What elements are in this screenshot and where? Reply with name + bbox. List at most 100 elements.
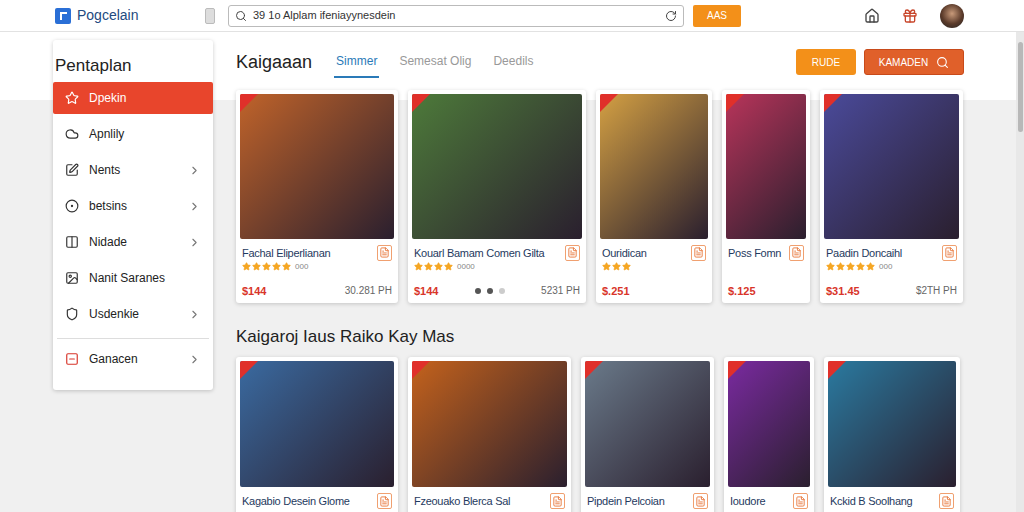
game-title[interactable]: Ouridican xyxy=(602,245,647,261)
sidebar-item-icon xyxy=(65,307,79,321)
app-name: Pogcelain xyxy=(77,5,139,26)
corner-ribbon xyxy=(824,94,842,112)
gift-icon[interactable] xyxy=(902,8,918,24)
play-count: 5231 PH xyxy=(541,283,580,298)
document-icon[interactable] xyxy=(377,493,392,509)
document-icon[interactable] xyxy=(789,245,804,261)
game-cover[interactable] xyxy=(824,94,959,239)
game-card[interactable]: Kagabio Desein Glome xyxy=(236,357,398,512)
document-icon[interactable] xyxy=(550,493,565,509)
document-icon[interactable] xyxy=(565,245,580,261)
game-cover[interactable] xyxy=(585,361,710,487)
tab[interactable]: Semesat Olig xyxy=(397,46,473,78)
document-icon[interactable] xyxy=(377,245,392,261)
game-cover[interactable] xyxy=(600,94,708,239)
page-title: Kaigaaan xyxy=(236,49,312,76)
main-panel: Kaigaaan Simmer Semesat Olig Deedils RUDE KAM… xyxy=(236,40,966,512)
game-card[interactable]: Paadin Doncaihl000 $31.45 $2TH PH xyxy=(820,90,963,303)
carousel-dot[interactable] xyxy=(475,288,481,294)
game-card[interactable]: Kckid B Soolhang xyxy=(824,357,960,512)
star-icon xyxy=(252,262,261,271)
tab[interactable]: Deedils xyxy=(491,46,535,78)
game-title[interactable]: Pipdein Pelcoian xyxy=(587,493,665,509)
sidebar-item[interactable]: Nents xyxy=(53,154,213,186)
sidebar-title: Pentaplan xyxy=(53,50,213,82)
tab[interactable]: Simmer xyxy=(334,46,379,78)
game-cover[interactable] xyxy=(726,94,806,239)
document-icon[interactable] xyxy=(693,493,708,509)
star-rating xyxy=(242,262,291,271)
star-rating xyxy=(826,262,875,271)
top-bar: Pogcelain 39 1o Alplam ifeniayynesdein AAS xyxy=(0,0,1024,32)
home-icon[interactable] xyxy=(864,8,880,24)
corner-ribbon xyxy=(728,361,746,379)
scrollbar-thumb[interactable] xyxy=(1018,42,1023,132)
avatar-icon[interactable] xyxy=(940,4,964,28)
sidebar-item[interactable]: Ganacen xyxy=(53,343,213,375)
sidebar-item[interactable]: Dpekin xyxy=(53,82,213,114)
game-cover[interactable] xyxy=(728,361,810,487)
game-card[interactable]: Fzeouako Blerca Sal xyxy=(408,357,571,512)
menu-toggle[interactable] xyxy=(205,8,215,24)
game-card[interactable]: Poss Fomn$.125 xyxy=(722,90,810,303)
sidebar-item[interactable]: Usdenkie xyxy=(53,298,213,330)
corner-ribbon xyxy=(412,94,430,112)
app-logo[interactable]: Pogcelain xyxy=(55,5,205,26)
sidebar-item-icon xyxy=(65,163,79,177)
page-header: Kaigaaan Simmer Semesat Olig Deedils RUDE KAM… xyxy=(236,46,966,78)
game-title[interactable]: Ioudore xyxy=(730,493,765,509)
document-icon[interactable] xyxy=(793,493,808,509)
document-icon[interactable] xyxy=(939,493,954,509)
sidebar-item-icon xyxy=(65,352,79,366)
star-icon xyxy=(262,262,271,271)
game-title[interactable]: Fzeouako Blerca Sal xyxy=(414,493,510,509)
rating-count: 000 xyxy=(879,261,892,273)
play-count: $2TH PH xyxy=(916,283,957,298)
scrollbar[interactable] xyxy=(1016,32,1024,512)
refresh-icon[interactable] xyxy=(665,10,677,22)
price: $.251 xyxy=(602,283,630,300)
document-icon[interactable] xyxy=(942,245,957,261)
sidebar-item[interactable]: Apnlily xyxy=(53,118,213,150)
chevron-right-icon xyxy=(188,200,201,213)
game-card[interactable]: Kouarl Bamam Comen Gilta0000$1445231 PH xyxy=(408,90,586,303)
section-title: Kaigaroj Iaus Raiko Kay Mas xyxy=(236,325,966,349)
sidebar-item[interactable]: betsins xyxy=(53,190,213,222)
game-cover[interactable] xyxy=(240,361,394,487)
game-cover[interactable] xyxy=(412,94,582,239)
game-cover[interactable] xyxy=(412,361,567,487)
rude-button[interactable]: RUDE xyxy=(796,49,856,75)
corner-ribbon xyxy=(600,94,618,112)
game-title[interactable]: Kagabio Desein Glome xyxy=(242,493,350,509)
star-icon xyxy=(444,262,453,271)
sidebar-item[interactable]: Nidade xyxy=(53,226,213,258)
game-title[interactable]: Kouarl Bamam Comen Gilta xyxy=(414,245,544,261)
game-title[interactable]: Kckid B Soolhang xyxy=(830,493,912,509)
corner-ribbon xyxy=(726,94,744,112)
game-title[interactable]: Fachal Eliperlianan xyxy=(242,245,330,261)
game-card[interactable]: Fachal Eliperlianan000$14430.281 PH xyxy=(236,90,398,303)
carousel-dot[interactable] xyxy=(487,288,493,294)
carousel-dots xyxy=(475,288,505,294)
game-card[interactable]: Ioudore xyxy=(724,357,814,512)
star-icon xyxy=(272,262,281,271)
star-icon xyxy=(434,262,443,271)
price: $31.45 xyxy=(826,283,860,300)
corner-ribbon xyxy=(828,361,846,379)
rating-count: 0000 xyxy=(457,261,475,273)
sidebar-item-icon xyxy=(65,91,79,105)
game-card[interactable]: Pipdein Pelcoian xyxy=(581,357,714,512)
search-action-button[interactable]: KAMADEN xyxy=(864,49,964,75)
star-rating xyxy=(414,262,453,271)
search-field[interactable]: 39 1o Alplam ifeniayynesdein xyxy=(228,5,684,27)
game-card[interactable]: Ouridican $.251 xyxy=(596,90,712,303)
game-cover[interactable] xyxy=(240,94,394,239)
game-title[interactable]: Poss Fomn xyxy=(728,245,781,261)
sidebar-item[interactable]: Nanit Saranes xyxy=(53,262,213,294)
carousel-dot[interactable] xyxy=(499,288,505,294)
star-icon xyxy=(612,262,621,271)
game-cover[interactable] xyxy=(828,361,956,487)
search-button[interactable]: AAS xyxy=(693,5,741,27)
document-icon[interactable] xyxy=(691,245,706,261)
game-title[interactable]: Paadin Doncaihl xyxy=(826,245,902,261)
